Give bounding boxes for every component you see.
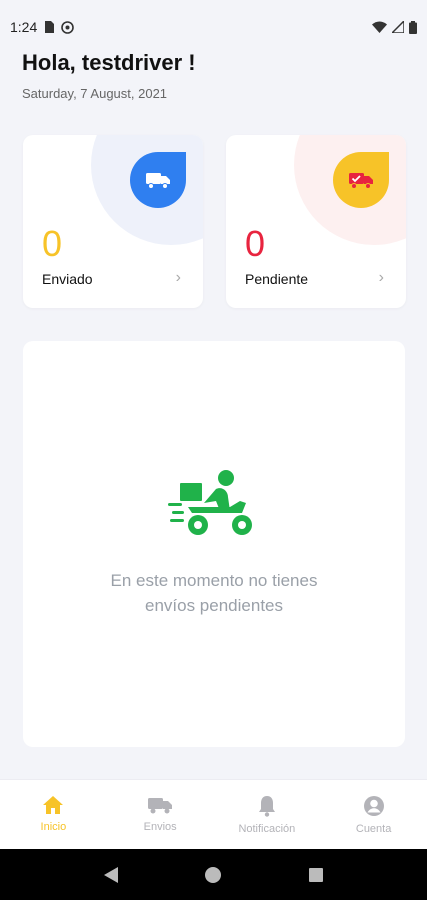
truck-icon-badge <box>130 152 186 208</box>
empty-state-panel: En este momento no tienes envíos pendien… <box>23 341 405 747</box>
delivery-scooter-icon <box>168 470 252 535</box>
truck-icon <box>146 173 170 189</box>
bottom-navigation: Inicio Envios Notificación Cuenta <box>0 779 427 849</box>
system-navigation-bar <box>0 849 427 900</box>
signal-icon <box>392 21 404 33</box>
nav-label-notificacion: Notificación <box>238 823 296 835</box>
pending-count: 0 <box>245 223 266 264</box>
bell-icon <box>258 796 275 817</box>
sync-icon <box>61 20 75 34</box>
nav-label-cuenta: Cuenta <box>355 823 392 835</box>
nav-label-envios: Envios <box>143 821 177 833</box>
empty-state-line-2: envíos pendientes <box>145 596 283 615</box>
nav-item-notificacion[interactable]: Notificación <box>214 780 321 849</box>
sent-card[interactable]: 0 Enviado › <box>23 135 203 308</box>
greeting-title: Hola, testdriver ! <box>22 50 196 75</box>
nav-item-envios[interactable]: Envios <box>107 780 214 849</box>
account-icon <box>363 796 384 816</box>
current-date: Saturday, 7 August, 2021 <box>22 86 168 101</box>
pending-label: Pendiente <box>245 271 309 287</box>
battery-icon <box>409 20 417 34</box>
sim-card-icon <box>45 21 55 33</box>
truck-check-icon <box>349 173 373 189</box>
sent-label: Enviado <box>42 271 93 287</box>
truck-check-icon-badge <box>333 152 389 208</box>
nav-item-inicio[interactable]: Inicio <box>0 780 107 849</box>
home-circle-icon[interactable] <box>204 866 222 884</box>
back-icon[interactable] <box>103 866 119 884</box>
truck-icon <box>148 798 173 814</box>
chevron-right-icon: › <box>378 269 384 286</box>
empty-state-line-1: En este momento no tienes <box>110 571 318 590</box>
wifi-icon <box>372 21 387 33</box>
nav-item-cuenta[interactable]: Cuenta <box>320 780 427 849</box>
sent-count: 0 <box>42 223 63 264</box>
pending-card[interactable]: 0 Pendiente › <box>226 135 406 308</box>
chevron-right-icon: › <box>175 269 181 286</box>
recents-icon[interactable] <box>308 867 324 883</box>
status-time: 1:24 <box>10 19 38 35</box>
empty-state-message: En este momento no tienes envíos pendien… <box>23 568 405 618</box>
status-bar: 1:24 <box>0 0 427 54</box>
nav-label-inicio: Inicio <box>40 821 67 833</box>
home-icon <box>43 796 64 814</box>
